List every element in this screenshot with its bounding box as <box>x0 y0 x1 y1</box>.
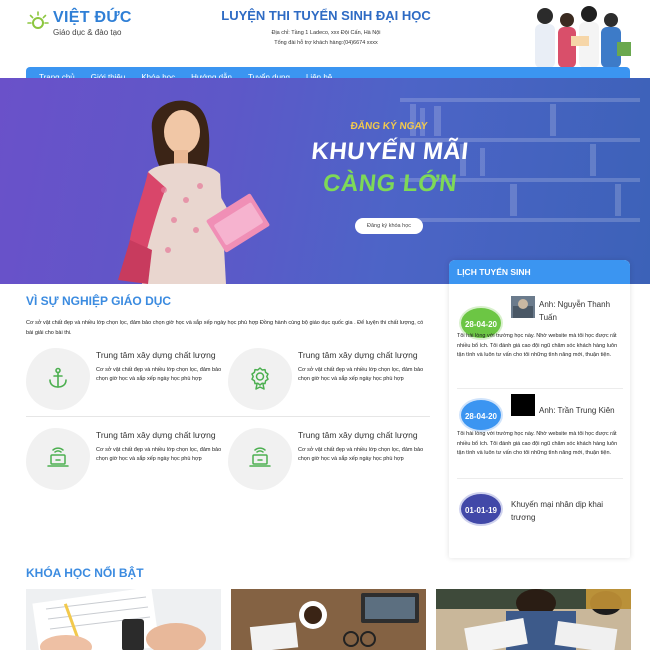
event-name: Anh: Nguyễn Thanh Tuấn <box>539 300 611 322</box>
event-name: Anh: Trần Trung Kiên <box>539 406 615 415</box>
about-description: Cơ sở vật chất đẹp và nhiều lớp chọn lọc… <box>26 320 424 336</box>
sun-logo-icon <box>27 11 49 29</box>
logo[interactable]: VIỆT ĐỨC Giáo dục & đào tạo <box>26 6 136 42</box>
site-header: VIỆT ĐỨC Giáo dục & đào tạo LUYỆN THI TU… <box>0 0 650 68</box>
event-text: Tôi hài lòng với trường học này. Nhờ web… <box>457 431 618 456</box>
admission-schedule-panel: LỊCH TUYỂN SINH 28-04-20 Anh: Nguyễn Tha… <box>449 260 630 558</box>
feature-title: Trung tâm xây dựng chất lượng <box>298 430 418 440</box>
hotline-text: Tổng đài hỗ trợ khách hàng:(04)6674 xxxx <box>274 40 378 46</box>
student-girl-image <box>118 100 270 284</box>
feature-card[interactable]: Trung tâm xây dựng chất lượng Cơ sở vật … <box>228 348 428 414</box>
award-badge-icon <box>251 367 269 390</box>
event-thumbnail <box>511 296 535 318</box>
feature-card[interactable]: Trung tâm xây dựng chất lượng Cơ sở vật … <box>26 348 226 414</box>
event-date-badge: 28-04-20 <box>459 398 503 432</box>
course-image[interactable] <box>231 589 426 650</box>
feature-title: Trung tâm xây dựng chất lượng <box>96 430 216 440</box>
feature-description: Cơ sở vật chất đẹp và nhiều lớp chọn lọc… <box>298 367 424 382</box>
event-name: Khuyến mại nhân dịp khai trương <box>511 500 604 522</box>
register-course-button[interactable]: Đăng ký khóa học <box>355 218 423 234</box>
feature-card[interactable]: Trung tâm xây dựng chất lượng Cơ sở vật … <box>26 428 226 494</box>
students-banner-image <box>505 2 633 68</box>
hero-banner[interactable]: ĐĂNG KÝ NGAY KHUYẾN MÃI CÀNG LỚN Đăng ký… <box>0 78 650 284</box>
event-thumbnail <box>511 394 535 416</box>
course-image[interactable] <box>436 589 631 650</box>
event-text: Tôi hài lòng với trường học này. Nhờ web… <box>457 333 618 358</box>
feature-title: Trung tâm xây dựng chất lượng <box>96 350 216 360</box>
address-text: Địa chỉ: Tầng 1 Ladeco, xxx Đội Cấn, Hà … <box>271 30 381 36</box>
about-section-title: VÌ SỰ NGHIỆP GIÁO DỤC <box>26 294 172 308</box>
anchor-icon <box>49 367 67 388</box>
promo-subheadline: CÀNG LỚN <box>321 170 459 197</box>
site-title: LUYỆN THI TUYỂN SINH ĐẠI HỌC <box>221 8 431 23</box>
logo-subtitle: Giáo dục & đào tạo <box>53 28 122 37</box>
feature-title: Trung tâm xây dựng chất lượng <box>298 350 418 360</box>
schedule-title: LỊCH TUYỂN SINH <box>449 260 630 284</box>
course-image[interactable] <box>26 589 221 650</box>
feature-description: Cơ sở vật chất đẹp và nhiều lớp chọn lọc… <box>96 447 222 462</box>
divider <box>457 478 623 479</box>
divider <box>457 388 623 389</box>
promo-headline: KHUYẾN MÃI <box>310 138 470 165</box>
featured-courses-title: KHÓA HỌC NỔI BẬT <box>26 566 144 580</box>
divider <box>26 416 430 417</box>
feature-description: Cơ sở vật chất đẹp và nhiều lớp chọn lọc… <box>298 447 424 462</box>
event-date-badge: 01-01-19 <box>459 492 503 526</box>
feature-description: Cơ sở vật chất đẹp và nhiều lớp chọn lọc… <box>96 367 222 382</box>
laptop-wifi-icon <box>47 447 69 467</box>
laptop-wifi-icon <box>249 447 271 467</box>
logo-title: VIỆT ĐỨC <box>53 9 132 26</box>
feature-card[interactable]: Trung tâm xây dựng chất lượng Cơ sở vật … <box>228 428 428 494</box>
promo-kicker: ĐĂNG KÝ NGAY <box>349 121 429 132</box>
